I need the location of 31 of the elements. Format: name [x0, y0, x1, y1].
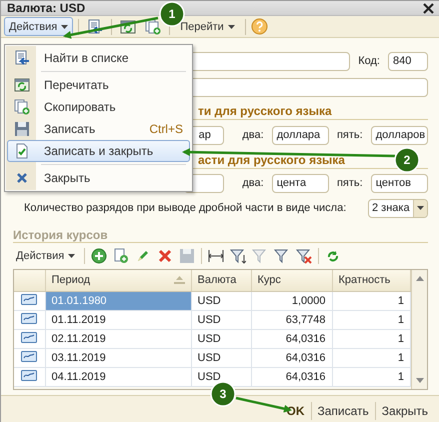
table-cell: USD	[191, 291, 251, 310]
section-heading: ти для русского языка	[198, 104, 332, 118]
field-label: два:	[242, 129, 264, 141]
table-cell: 64,0316	[251, 329, 332, 348]
table-cell: 64,0316	[251, 367, 332, 386]
table-cell: 04.11.2019	[45, 367, 191, 386]
field-label: пять:	[336, 177, 363, 189]
table-cell: 64,0316	[251, 348, 332, 367]
table-cell: 02.11.2019	[45, 329, 191, 348]
field-label: два:	[242, 177, 264, 189]
step-marker: 3	[210, 381, 236, 407]
step-marker: 2	[394, 147, 420, 173]
table-cell: 1	[332, 329, 410, 348]
field-label: Код:	[358, 55, 380, 67]
table-cell: 1	[332, 348, 410, 367]
table-cell: 1	[332, 310, 410, 329]
window-title: Валюта: USD	[7, 1, 86, 15]
table-cell: 01.11.2019	[45, 310, 191, 329]
table-cell: 63,7748	[251, 310, 332, 329]
table-cell: 1	[332, 367, 410, 386]
section-heading: История курсов	[13, 228, 108, 242]
table-cell: 03.11.2019	[45, 348, 191, 367]
table-cell: USD	[191, 329, 251, 348]
table-cell: USD	[191, 310, 251, 329]
table-cell: 1,0000	[251, 291, 332, 310]
section-heading: асти для русского языка	[198, 153, 345, 167]
table-cell: 01.01.1980	[45, 291, 191, 310]
field-label: пять:	[336, 129, 363, 141]
table-cell: USD	[191, 348, 251, 367]
field-label: Количество разрядов при выводе дробной части в виде числа:	[24, 202, 346, 214]
table-cell: 1	[332, 291, 410, 310]
